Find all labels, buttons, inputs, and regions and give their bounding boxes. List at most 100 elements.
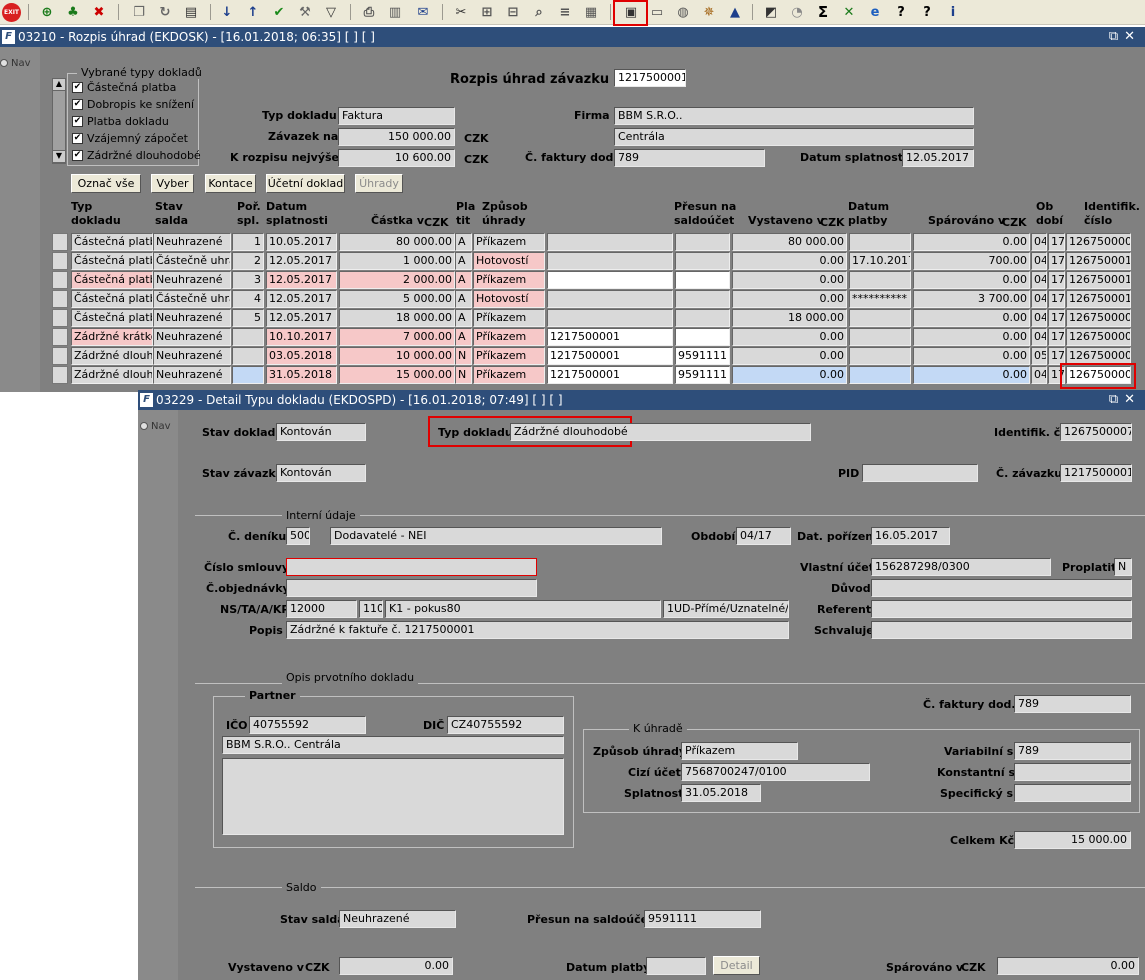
cell-castka[interactable]: 18 000.00 xyxy=(339,309,455,327)
cell-obdobi-month[interactable]: 04 xyxy=(1031,328,1047,346)
cell-vystaveno[interactable]: 0.00 xyxy=(732,366,847,384)
cell-sparovano[interactable]: 3 700.00 xyxy=(913,290,1030,308)
cell-por[interactable] xyxy=(232,366,264,384)
heading-value-field[interactable]: 1217500001 xyxy=(614,69,686,87)
globe-icon[interactable]: ◍ xyxy=(674,3,692,21)
help-icon[interactable]: ? xyxy=(892,3,910,21)
row-selector[interactable] xyxy=(52,252,68,270)
cell-sparovano[interactable]: 0.00 xyxy=(913,233,1030,251)
checkbox-zadrzne[interactable]: ✔ xyxy=(72,150,83,161)
cell-datum-platby[interactable]: 17.10.2017 xyxy=(849,252,911,270)
sparovano-field[interactable]: 0.00 xyxy=(997,957,1139,975)
cell-presun[interactable] xyxy=(675,328,730,346)
dic-field[interactable]: CZ40755592 xyxy=(447,716,564,734)
sort-desc-icon[interactable]: ↑ xyxy=(244,3,262,21)
cell-reference[interactable]: 1217500001 xyxy=(547,328,673,346)
pid-field[interactable] xyxy=(862,464,978,482)
ico-field[interactable]: 40755592 xyxy=(249,716,366,734)
c-objednavky-field[interactable] xyxy=(286,579,537,597)
cell-ident[interactable]: 1267500014 xyxy=(1066,290,1131,308)
cell-zpusob[interactable]: Hotovostí xyxy=(473,290,545,308)
check-icon[interactable]: ✔ xyxy=(270,3,288,21)
cell-presun[interactable]: 9591111 xyxy=(675,366,730,384)
cell-platit[interactable]: A xyxy=(455,271,472,289)
row-selector[interactable] xyxy=(52,328,68,346)
cell-castka[interactable]: 7 000.00 xyxy=(339,328,455,346)
add-record-icon[interactable]: ⊕ xyxy=(38,3,56,21)
cell-castka[interactable]: 15 000.00 xyxy=(339,366,455,384)
cell-obdobi-month[interactable]: 04 xyxy=(1031,252,1047,270)
cell-obdobi-year[interactable]: 17 xyxy=(1048,252,1065,270)
uhrady-button[interactable]: Úhrady xyxy=(355,174,403,193)
cell-por[interactable]: 1 xyxy=(232,233,264,251)
print-icon[interactable]: ⎙ xyxy=(360,3,378,21)
celkem-field[interactable]: 15 000.00 xyxy=(1014,831,1131,849)
cell-datum[interactable]: 12.05.2017 xyxy=(266,290,337,308)
oznac-vse-button[interactable]: Označ vše xyxy=(71,174,141,193)
kontace-button[interactable]: Kontace xyxy=(205,174,256,193)
cell-typ[interactable]: Částečná platba xyxy=(71,271,153,289)
cell-datum-platby[interactable] xyxy=(849,271,911,289)
c-faktury-field[interactable]: 789 xyxy=(1014,695,1131,713)
cut-record-icon[interactable]: ▤ xyxy=(182,3,200,21)
cell-stav[interactable]: Neuhrazené xyxy=(153,328,231,346)
cell-zpusob[interactable]: Příkazem xyxy=(473,328,545,346)
cell-obdobi-month[interactable]: 04 xyxy=(1031,309,1047,327)
exit-icon[interactable]: EXIT xyxy=(2,3,21,22)
delete-record-icon[interactable]: ✖ xyxy=(90,3,108,21)
ns-field-2[interactable]: 110 xyxy=(359,600,383,618)
obdobi-field[interactable]: 04/17 xyxy=(736,527,791,545)
popis-field[interactable]: Zádržné k faktuře č. 1217500001 xyxy=(286,621,789,639)
row-selector[interactable] xyxy=(52,366,68,384)
duvod-field[interactable] xyxy=(871,579,1132,597)
datum-platby-field[interactable] xyxy=(646,957,706,975)
cell-datum-platby[interactable] xyxy=(849,233,911,251)
cell-sparovano[interactable]: 0.00 xyxy=(913,366,1030,384)
add-tree-icon[interactable]: ♣ xyxy=(64,3,82,21)
cell-castka[interactable]: 10 000.00 xyxy=(339,347,455,365)
cell-vystaveno[interactable]: 0.00 xyxy=(732,328,847,346)
cell-platit[interactable]: A xyxy=(455,233,472,251)
cell-zpusob[interactable]: Hotovostí xyxy=(473,252,545,270)
cell-obdobi-year[interactable]: 17 xyxy=(1048,271,1065,289)
cell-typ[interactable]: Částečná platba xyxy=(71,233,153,251)
firma-field[interactable]: BBM S.R.O.. xyxy=(614,107,974,125)
cell-datum[interactable]: 12.05.2017 xyxy=(266,271,337,289)
specificky-field[interactable] xyxy=(1014,784,1131,802)
checkbox-castecna[interactable]: ✔ xyxy=(72,82,83,93)
cell-presun[interactable]: 9591111 xyxy=(675,347,730,365)
sort-asc-icon[interactable]: ↓ xyxy=(218,3,236,21)
cell-typ[interactable]: Zádržné krátkod xyxy=(71,328,153,346)
excel-icon[interactable]: ✕ xyxy=(840,3,858,21)
mail-icon[interactable]: ✉ xyxy=(414,3,432,21)
cell-typ[interactable]: Částečná platba xyxy=(71,309,153,327)
c-faktury-field[interactable]: 789 xyxy=(614,149,765,167)
konstantni-field[interactable] xyxy=(1014,763,1131,781)
scroll-up-icon[interactable]: ▲ xyxy=(52,78,66,91)
detail-button[interactable]: Detail xyxy=(713,956,760,975)
clock-icon[interactable]: ◔ xyxy=(788,3,806,21)
cell-datum[interactable]: 31.05.2018 xyxy=(266,366,337,384)
checkbox-zapocet[interactable]: ✔ xyxy=(72,133,83,144)
info-icon[interactable]: i xyxy=(944,3,962,21)
cell-platit[interactable]: N xyxy=(455,366,472,384)
cell-vystaveno[interactable]: 0.00 xyxy=(732,347,847,365)
cell-zpusob[interactable]: Příkazem xyxy=(473,271,545,289)
cell-datum-platby[interactable] xyxy=(849,309,911,327)
cell-stav[interactable]: Neuhrazené xyxy=(153,309,231,327)
window-controls[interactable]: ⧉✕ xyxy=(1109,390,1141,410)
cell-sparovano[interactable]: 0.00 xyxy=(913,309,1030,327)
cell-vystaveno[interactable]: 18 000.00 xyxy=(732,309,847,327)
partner-name-field[interactable]: BBM S.R.O.. Centrála xyxy=(222,736,564,754)
proplatit-field[interactable]: N xyxy=(1114,558,1132,576)
ns-field-1[interactable]: 12000 xyxy=(286,600,357,618)
wheel-icon[interactable]: ✵ xyxy=(700,3,718,21)
centrala-field[interactable]: Centrála xyxy=(614,128,974,146)
presun-field[interactable]: 9591111 xyxy=(644,910,761,928)
cell-obdobi-month[interactable]: 04 xyxy=(1031,290,1047,308)
cell-datum[interactable]: 10.10.2017 xyxy=(266,328,337,346)
cell-vystaveno[interactable]: 0.00 xyxy=(732,271,847,289)
cell-vystaveno[interactable]: 0.00 xyxy=(732,290,847,308)
nav-radio[interactable]: Nav xyxy=(140,421,171,432)
cell-datum[interactable]: 12.05.2017 xyxy=(266,252,337,270)
